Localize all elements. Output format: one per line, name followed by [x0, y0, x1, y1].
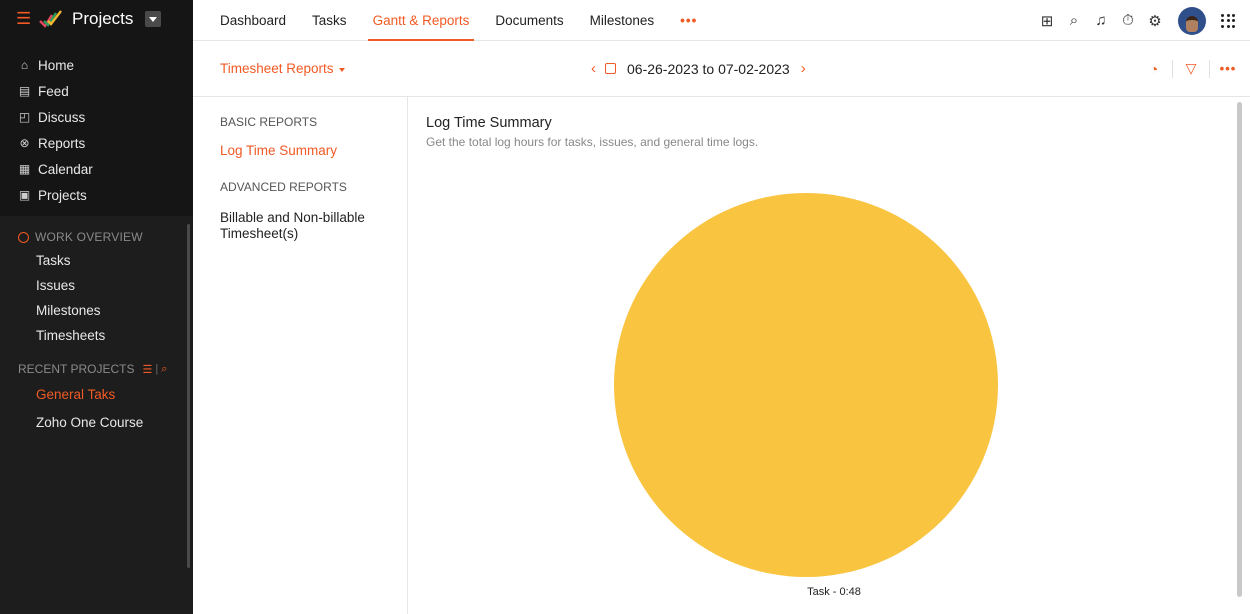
pie-chart: Task - 0:48	[614, 193, 998, 598]
divider	[1172, 59, 1173, 78]
main-area: Dashboard Tasks Gantt & Reports Document…	[193, 0, 1250, 614]
timer-icon[interactable]: ⏱	[1115, 8, 1141, 34]
next-period-icon[interactable]: ›	[801, 60, 806, 77]
discuss-icon: ◰	[18, 110, 31, 124]
report-list: BASIC REPORTS Log Time Summary ADVANCED …	[193, 97, 408, 614]
work-overview-label: WORK OVERVIEW	[35, 230, 143, 244]
sidebar-scrollbar[interactable]	[187, 224, 190, 568]
feed-icon: ▤	[18, 84, 31, 98]
reports-icon: ⊗	[19, 136, 30, 150]
sidebar-item-reports[interactable]: ⊗ Reports	[18, 130, 193, 156]
report-actions: ◔ ▽ •••	[1144, 59, 1238, 78]
advanced-reports-heading: ADVANCED REPORTS	[220, 180, 347, 194]
sidebar-item-label: Calendar	[38, 161, 93, 177]
report-panel: Log Time Summary Get the total log hours…	[408, 97, 1250, 614]
report-item-log-time-summary[interactable]: Log Time Summary	[220, 143, 407, 159]
filter-icon[interactable]: ▽	[1181, 60, 1201, 77]
sidebar-item-milestones[interactable]: Milestones	[18, 298, 193, 323]
previous-period-icon[interactable]: ‹	[591, 60, 596, 77]
sidebar-item-issues[interactable]: Issues	[18, 273, 193, 298]
home-icon: ⌂	[20, 58, 29, 72]
basic-reports-heading: BASIC REPORTS	[220, 115, 318, 129]
pie-slice-label: Task - 0:48	[807, 586, 861, 598]
work-overview-heading[interactable]: WORK OVERVIEW	[18, 226, 193, 248]
sidebar-main-links: ⌂ Home ▤ Feed ◰ Discuss ⊗ Reports ▦ Cale…	[0, 38, 193, 208]
calendar-icon: ▦	[18, 162, 31, 176]
sidebar-item-home[interactable]: ⌂ Home	[18, 52, 193, 78]
report-content: BASIC REPORTS Log Time Summary ADVANCED …	[193, 97, 1250, 614]
avatar-face	[1186, 15, 1198, 32]
app-grid-icon[interactable]	[1216, 9, 1240, 33]
recent-projects-search-icon[interactable]: ⌕	[161, 363, 167, 376]
report-type-label: Timesheet Reports	[220, 61, 334, 76]
sidebar-item-label: Feed	[38, 83, 69, 99]
sidebar-item-projects[interactable]: ▣ Projects	[18, 182, 193, 208]
chevron-down-icon	[338, 67, 345, 72]
recent-project-item[interactable]: Zoho One Course	[18, 408, 193, 436]
sidebar-work-section: WORK OVERVIEW Tasks Issues Milestones Ti…	[0, 216, 193, 614]
tab-milestones[interactable]: Milestones	[577, 0, 668, 41]
sidebar-item-label: Projects	[38, 187, 87, 203]
recent-projects-label: RECENT PROJECTS	[18, 362, 135, 376]
tab-dashboard[interactable]: Dashboard	[220, 0, 299, 41]
tab-bar: Dashboard Tasks Gantt & Reports Document…	[193, 0, 710, 41]
projects-logo-icon	[39, 10, 62, 28]
add-icon[interactable]: ⊞	[1034, 8, 1060, 34]
collapse-circle-icon	[18, 231, 29, 243]
projects-icon: ▣	[18, 188, 31, 202]
top-navigation: Dashboard Tasks Gantt & Reports Document…	[193, 0, 1250, 41]
gear-icon[interactable]: ⚙	[1142, 8, 1168, 34]
report-type-dropdown[interactable]: Timesheet Reports	[220, 61, 345, 76]
date-range[interactable]: 06-26-2023 to 07-02-2023	[627, 61, 790, 77]
date-navigator: ‹ 06-26-2023 to 07-02-2023 ›	[591, 60, 806, 77]
calendar-picker-icon[interactable]	[605, 63, 616, 74]
sidebar-item-discuss[interactable]: ◰ Discuss	[18, 104, 193, 130]
divider: |	[155, 363, 159, 375]
sidebar: ☰ Projects ⌂ Home ▤ Feed ◰ Discuss ⊗ Rep…	[0, 0, 193, 614]
sidebar-item-calendar[interactable]: ▦ Calendar	[18, 156, 193, 182]
pie-slice[interactable]	[614, 193, 998, 577]
recent-project-item[interactable]: General Taks	[18, 380, 193, 408]
tab-gantt-reports[interactable]: Gantt & Reports	[360, 0, 483, 41]
report-item-billable-timesheets[interactable]: Billable and Non-billable Timesheet(s)	[220, 210, 380, 242]
hamburger-menu-icon[interactable]: ☰	[16, 9, 31, 29]
brand-dropdown-icon[interactable]	[145, 11, 162, 27]
sidebar-item-label: Reports	[38, 135, 86, 151]
top-toolbar: ⊞ ⌕ ♫ ⏱ ⚙	[1033, 0, 1250, 41]
sidebar-item-feed[interactable]: ▤ Feed	[18, 78, 193, 104]
tab-tasks[interactable]: Tasks	[299, 0, 360, 41]
sidebar-brand: ☰ Projects	[0, 0, 193, 38]
sidebar-item-label: Discuss	[38, 109, 86, 125]
tab-more-button[interactable]: •••	[667, 0, 710, 41]
more-options-icon[interactable]: •••	[1218, 61, 1238, 76]
divider	[1209, 59, 1210, 78]
avatar[interactable]	[1178, 6, 1206, 35]
panel-scrollbar[interactable]	[1237, 102, 1242, 597]
report-toolbar: Timesheet Reports ‹ 06-26-2023 to 07-02-…	[193, 41, 1250, 97]
recent-projects-filter-icon[interactable]: ☰	[142, 363, 152, 376]
sidebar-item-label: Home	[38, 57, 75, 73]
tab-documents[interactable]: Documents	[482, 0, 576, 41]
bell-icon[interactable]: ♫	[1088, 8, 1114, 34]
search-icon[interactable]: ⌕	[1061, 8, 1087, 34]
recent-projects-heading: RECENT PROJECTS ☰ | ⌕	[18, 358, 193, 380]
sidebar-item-tasks[interactable]: Tasks	[18, 248, 193, 273]
chart-type-icon[interactable]: ◔	[1144, 61, 1164, 77]
sidebar-item-timesheets[interactable]: Timesheets	[18, 323, 193, 348]
brand-title: Projects	[72, 9, 134, 28]
